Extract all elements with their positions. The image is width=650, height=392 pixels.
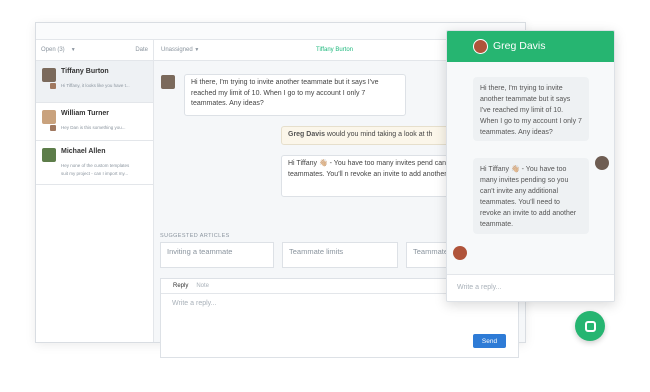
widget-reply-input[interactable]: Write a reply... [457, 284, 501, 291]
chat-launcher-button[interactable] [575, 311, 605, 341]
agent-name: Greg Davis [493, 40, 546, 52]
conversation-item[interactable]: Michael Allen Hey none of the custom tem… [36, 141, 153, 185]
conversation-name: Tiffany Burton [61, 68, 109, 75]
agent-avatar-mini [50, 83, 56, 89]
conversation-item[interactable]: William Turner Hey Dan is this something… [36, 103, 153, 141]
avatar [161, 75, 175, 89]
assignee-dropdown[interactable]: Unassigned ▼ [161, 47, 199, 53]
sidebar-header: Open (3) ▼ Date [36, 40, 153, 61]
agent-avatar-mini [50, 125, 56, 131]
conversation-preview: suit my project - can I import my... [61, 171, 129, 176]
chat-widget: Greg Davis Hi there, I'm trying to invit… [446, 30, 615, 302]
reply-input[interactable]: Write a reply... [172, 300, 216, 307]
chat-launcher-icon [584, 320, 596, 332]
agent-avatar [453, 246, 467, 260]
filter-dropdown[interactable]: Open (3) ▼ [41, 47, 76, 53]
conversation-preview: Hi Tiffany, it looks like you have t... [61, 83, 130, 88]
conversation-preview: Hey none of the custom templates [61, 163, 130, 168]
contact-name[interactable]: Tiffany Burton [316, 47, 353, 53]
caret-down-icon: ▼ [70, 47, 76, 53]
avatar [42, 110, 56, 124]
widget-composer: Write a reply... [447, 274, 614, 301]
tab-reply[interactable]: Reply [173, 283, 188, 289]
avatar [42, 68, 56, 82]
suggested-articles-label: SUGGESTED ARTICLES [160, 233, 230, 239]
agent-message: Hi Tiffany 👋🏼 - You have too many invite… [473, 158, 589, 234]
tab-note[interactable]: Note [196, 283, 209, 289]
widget-header: Greg Davis [447, 31, 614, 62]
customer-message: Hi there, I'm trying to invite another t… [184, 74, 406, 116]
caret-down-icon: ▼ [194, 47, 200, 53]
conversation-item[interactable]: Tiffany Burton Hi Tiffany, it looks like… [36, 61, 153, 103]
avatar [595, 156, 609, 170]
conversation-name: Michael Allen [61, 148, 106, 155]
agent-avatar [473, 39, 488, 54]
send-button[interactable]: Send [473, 334, 506, 348]
suggested-article[interactable]: Inviting a teammate [160, 242, 274, 268]
suggested-article[interactable]: Teammate limits [282, 242, 398, 268]
sort-label[interactable]: Date [135, 47, 148, 53]
widget-messages: Hi there, I'm trying to invite another t… [447, 62, 614, 275]
conversation-name: William Turner [61, 110, 110, 117]
conversation-sidebar: Open (3) ▼ Date Tiffany Burton Hi Tiffany… [36, 40, 154, 342]
conversation-preview: Hey Dan is this something you... [61, 125, 126, 130]
customer-message: Hi there, I'm trying to invite another t… [473, 77, 589, 141]
avatar [42, 148, 56, 162]
